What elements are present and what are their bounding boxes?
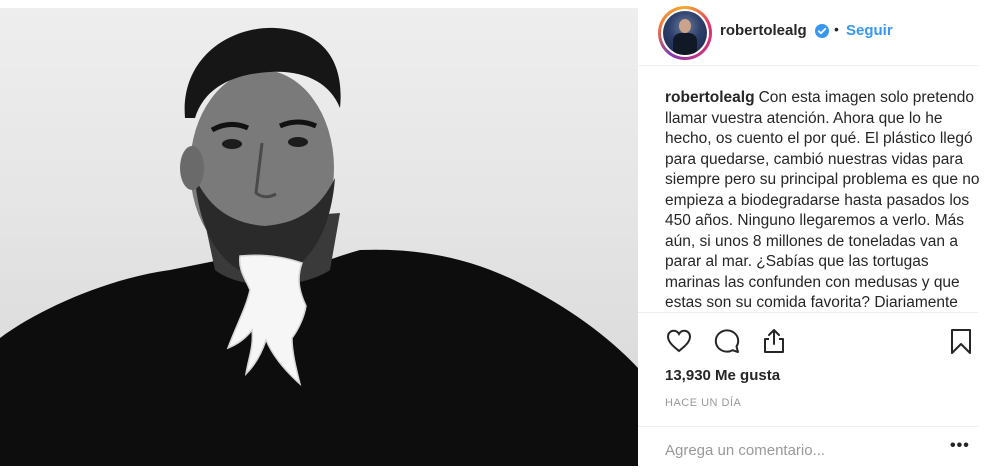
post-header: robertolealg • Seguir: [638, 0, 978, 66]
follow-button[interactable]: Seguir: [846, 22, 893, 39]
comment-input[interactable]: [665, 439, 925, 461]
caption-username[interactable]: robertolealg: [665, 89, 755, 106]
avatar[interactable]: [658, 6, 712, 60]
heart-icon[interactable]: [665, 327, 693, 355]
action-bar: [638, 312, 978, 372]
post-timestamp[interactable]: HACE UN DÍA: [665, 397, 741, 409]
avatar-image: [663, 11, 707, 55]
post-photo[interactable]: [0, 8, 638, 466]
comment-icon[interactable]: [713, 327, 741, 355]
likes-count[interactable]: 13,930 Me gusta: [665, 367, 780, 384]
instagram-post: robertolealg • Seguir robertolealg Con es…: [0, 0, 1000, 473]
post-sidebar: robertolealg • Seguir robertolealg Con es…: [638, 0, 1000, 473]
verified-badge-icon: [815, 24, 829, 38]
bookmark-icon[interactable]: [947, 327, 975, 355]
comment-bar: •••: [638, 426, 978, 473]
separator-dot: •: [834, 21, 839, 37]
caption-text: Con esta imagen solo pretendo llamar vue…: [665, 89, 980, 311]
post-caption: robertolealg Con esta imagen solo pretend…: [665, 88, 981, 314]
avatar-frame: [661, 9, 709, 57]
photo-illustration: [0, 27, 638, 466]
author-username[interactable]: robertolealg: [720, 22, 807, 39]
share-icon[interactable]: [760, 327, 788, 355]
more-options-button[interactable]: •••: [950, 437, 970, 455]
